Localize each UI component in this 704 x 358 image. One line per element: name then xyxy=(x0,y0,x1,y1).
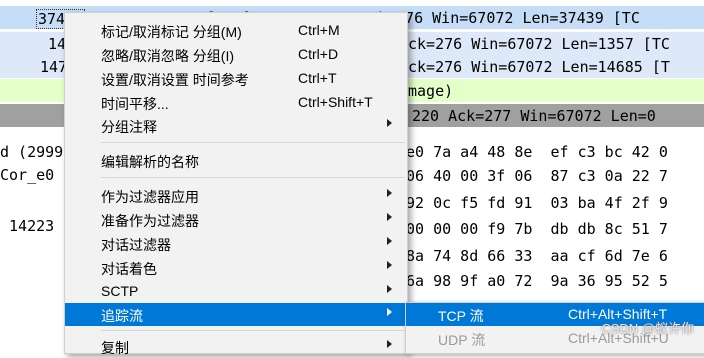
hex-line: 06 40 00 3f 06 87 c3 0a 22 7 xyxy=(406,167,668,185)
menu-item-shortcut: Ctrl+T xyxy=(298,70,337,86)
menu-item-time-reference[interactable]: 设置/取消设置 时间参考 Ctrl+T xyxy=(65,67,407,90)
menu-item-label: 忽略/取消忽略 分组(I) xyxy=(101,48,234,64)
submenu-arrow-icon xyxy=(387,189,392,197)
packet-info: ck=276 Win=67072 Len=1357 [TC xyxy=(408,35,670,53)
packet-info: mage) xyxy=(408,82,454,100)
menu-item-conversation-filter[interactable]: 对话过滤器 xyxy=(65,232,407,255)
menu-item-label: SCTP xyxy=(101,283,139,299)
menu-separator xyxy=(101,330,405,331)
hex-line: 8a 74 8d 66 33 aa cf 6d 7e 6 xyxy=(406,247,668,265)
menu-item-label: 追踪流 xyxy=(101,308,143,324)
menu-item-label: 时间平移... xyxy=(101,96,169,112)
menu-item-follow-stream[interactable]: 追踪流 xyxy=(65,303,407,326)
menu-separator xyxy=(101,177,405,178)
menu-item-time-shift[interactable]: 时间平移... Ctrl+Shift+T xyxy=(65,91,407,114)
submenu-arrow-icon xyxy=(387,237,392,245)
menu-item-colorize-conversation[interactable]: 对话着色 xyxy=(65,256,407,279)
menu-item-label: 编辑解析的名称 xyxy=(101,154,199,170)
submenu-arrow-icon xyxy=(387,285,392,293)
hex-line: e0 7a a4 48 8e ef c3 bc 42 0 xyxy=(406,143,668,161)
submenu-arrow-icon xyxy=(387,119,392,127)
hex-line: 6a 98 9f a0 72 9a 36 95 52 5 xyxy=(406,272,668,290)
submenu-arrow-icon xyxy=(387,340,392,348)
packet-info: 220 Ack=277 Win=67072 Len=0 xyxy=(412,107,656,125)
menu-item-prepare-as-filter[interactable]: 准备作为过滤器 xyxy=(65,208,407,231)
menu-item-label: 设置/取消设置 时间参考 xyxy=(101,72,249,88)
menu-item-sctp[interactable]: SCTP xyxy=(65,280,407,303)
submenu-arrow-icon xyxy=(387,261,392,269)
menu-item-label: 对话着色 xyxy=(101,261,157,277)
hex-line: 92 0c f5 fd 91 03 ba 4f 2f 9 xyxy=(406,194,668,212)
menu-item-label: 对话过滤器 xyxy=(101,237,171,253)
menu-item-copy[interactable]: 复制 xyxy=(65,335,407,358)
watermark: CSDN @蚁许你 xyxy=(601,321,694,336)
submenu-item-label: TCP 流 xyxy=(438,308,484,324)
menu-item-shortcut: Ctrl+Shift+T xyxy=(298,94,373,110)
hex-line: 00 00 00 f9 7b db db 8c 51 7 xyxy=(406,220,668,238)
menu-item-edit-resolved-name[interactable]: 编辑解析的名称 xyxy=(65,149,407,172)
submenu-item-label: UDP 流 xyxy=(438,332,486,348)
menu-item-packet-comment[interactable]: 分组注释 xyxy=(65,114,407,137)
menu-item-shortcut: Ctrl+D xyxy=(298,46,339,62)
menu-item-label: 分组注释 xyxy=(101,119,157,135)
submenu-arrow-icon xyxy=(387,213,392,221)
menu-item-label: 标记/取消标记 分组(M) xyxy=(101,24,242,40)
context-menu: 标记/取消标记 分组(M) Ctrl+M 忽略/取消忽略 分组(I) Ctrl+… xyxy=(64,12,408,356)
menu-item-shortcut: Ctrl+M xyxy=(298,22,340,38)
menu-item-label: 复制 xyxy=(101,340,129,356)
menu-item-label: 准备作为过滤器 xyxy=(101,213,199,229)
packet-info: ck=276 Win=67072 Len=14685 [T xyxy=(408,58,670,76)
menu-item-apply-as-filter[interactable]: 作为过滤器应用 xyxy=(65,184,407,207)
menu-item-ignore-packet[interactable]: 忽略/取消忽略 分组(I) Ctrl+D xyxy=(65,43,407,66)
submenu-arrow-icon xyxy=(387,308,392,316)
menu-item-mark-packet[interactable]: 标记/取消标记 分组(M) Ctrl+M xyxy=(65,19,407,42)
menu-item-label: 作为过滤器应用 xyxy=(101,189,199,205)
menu-separator xyxy=(101,142,405,143)
